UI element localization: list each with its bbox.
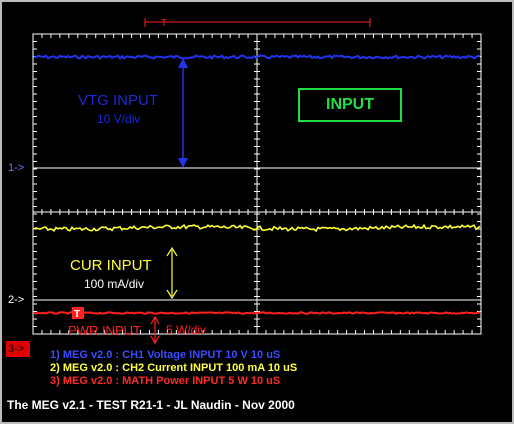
pwr-input-label: PWR INPUT <box>68 323 141 338</box>
ch1-voltage-trace <box>33 54 481 60</box>
ch3-marker[interactable]: 3-> <box>6 341 30 357</box>
ch1-marker[interactable]: 1-> <box>8 162 24 174</box>
ch3-power-trace <box>33 311 481 315</box>
cur-scale-arrow <box>166 246 178 300</box>
pwr-scale-arrow <box>150 315 160 345</box>
trigger-marker-label: T <box>74 309 80 320</box>
vtg-input-label: VTG INPUT <box>78 92 159 109</box>
trigger-top-label: T <box>161 18 167 29</box>
input-box: INPUT <box>298 88 402 122</box>
cur-scale-label: 100 mA/div <box>84 277 145 291</box>
pwr-scale-label: 5 W/div <box>166 323 207 337</box>
legend-ch3: 3) MEG v2.0 : MATH Power INPUT 5 W 10 uS <box>50 375 281 387</box>
vtg-scale-arrow <box>178 58 188 168</box>
ch2-marker[interactable]: 2-> <box>8 294 24 306</box>
footer-caption: The MEG v2.1 - TEST R21-1 - JL Naudin - … <box>7 398 295 412</box>
channel-legend: 1) MEG v2.0 : CH1 Voltage INPUT 10 V 10 … <box>50 349 297 388</box>
legend-ch1: 1) MEG v2.0 : CH1 Voltage INPUT 10 V 10 … <box>50 349 281 361</box>
cur-input-label: CUR INPUT <box>70 257 152 274</box>
legend-ch2: 2) MEG v2.0 : CH2 Current INPUT 100 mA 1… <box>50 362 298 374</box>
vtg-scale-label: 10 V/div <box>97 112 141 126</box>
